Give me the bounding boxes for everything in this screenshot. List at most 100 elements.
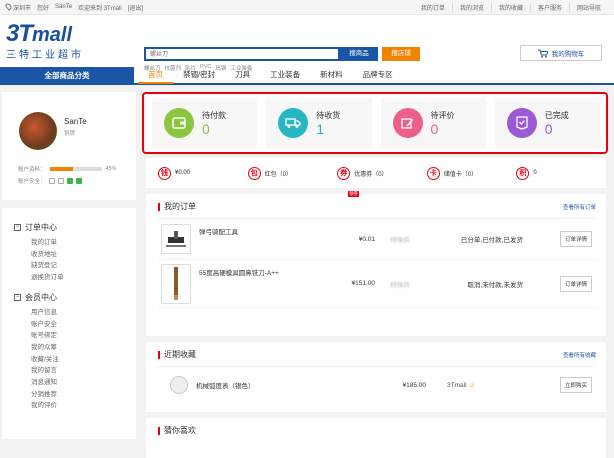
progress-percent: 45%: [105, 166, 117, 172]
recommend-title: 猜你喜欢: [164, 426, 196, 435]
product-price: ¥185.00: [402, 381, 427, 389]
main-content: 待付款 0 待收货 1 待评价 0 已完成 0 钱 ¥0.00 包红包（0） 券优惠券（0…: [142, 92, 608, 458]
shop-name: 特殊供: [390, 237, 410, 244]
search-area: 螺丝刀 搜商品 搜店铺 螺丝刀 抗菌剂 贴片 PVC 玛钢 工业装备: [144, 47, 420, 72]
order-status: 已分单,已付款,已发货: [460, 237, 523, 244]
username[interactable]: SanTe: [55, 4, 72, 10]
hot-keyword[interactable]: 玛钢: [215, 64, 226, 72]
logo-tagline: 三特工业超市: [6, 50, 84, 61]
top-link-history[interactable]: 我的浏览: [451, 2, 491, 12]
order-price: ¥151.00: [351, 280, 376, 287]
account-security: 账户安全：: [18, 177, 82, 185]
search-input[interactable]: 螺丝刀: [144, 47, 340, 61]
top-link-orders[interactable]: 我的订单: [414, 3, 452, 12]
favorites-title: 近期收藏: [164, 350, 196, 359]
welcome-text: 欢迎来到 3Tmall: [78, 5, 122, 12]
phone-icon[interactable]: [57, 178, 64, 184]
email-icon[interactable]: [48, 178, 55, 184]
cart-icon: [537, 49, 548, 58]
product-name[interactable]: 55度高硬模具圆鼻铣刀-A++: [199, 267, 319, 277]
top-bar: 深圳市 您好 SanTe 欢迎来到 3Tmall [退出] 我的订单 我的浏览 …: [0, 0, 614, 15]
product-thumbnail[interactable]: [170, 376, 188, 394]
account-info-progress: 账户资料： 45%: [18, 166, 117, 173]
shop-name: 3Tmall ☺: [447, 381, 475, 389]
red-packet-icon: 包: [247, 166, 261, 180]
menu-item-notifications[interactable]: 消息通知: [14, 377, 136, 389]
menu-item-reviews[interactable]: 我的评价: [14, 400, 136, 412]
wallet-red-packet[interactable]: 包红包（0）: [247, 166, 338, 180]
top-link-sitemap[interactable]: 网站导航: [568, 2, 608, 12]
logout-link[interactable]: [退出]: [128, 3, 143, 12]
greeting: 您好: [37, 5, 50, 12]
orders-title: 我的订单: [164, 202, 196, 211]
hot-keyword[interactable]: 工业装备: [230, 64, 252, 72]
view-all-favorites-link[interactable]: 查看所有收藏: [563, 351, 596, 359]
coupon-icon: 券: [337, 166, 351, 180]
order-price: ¥0.01: [358, 235, 375, 243]
menu-item-address[interactable]: 收货地址: [14, 249, 136, 261]
card-icon: 卡: [426, 166, 440, 180]
menu-item-messages[interactable]: 我的留言: [14, 365, 136, 377]
product-thumbnail[interactable]: [161, 263, 191, 304]
avatar[interactable]: [19, 112, 57, 150]
hot-keyword[interactable]: PVC: [200, 64, 211, 72]
top-link-favorites[interactable]: 我的收藏: [490, 2, 530, 12]
favorites-panel: 近期收藏 查看所有收藏 机械弧度表（银色） ¥185.00 3Tmall ☺ 立即…: [146, 342, 606, 412]
shop-icon: ☺: [468, 381, 475, 389]
profile-card: SanTe 铜牌 账户资料： 45% 账户安全：: [2, 92, 136, 200]
sidebar: SanTe 铜牌 账户资料： 45% 账户安全： − 订单中心 我的订单 收货地址…: [2, 92, 136, 439]
wallet-balance[interactable]: 钱 ¥0.00: [158, 166, 248, 180]
hot-keyword[interactable]: 贴片: [185, 64, 196, 72]
header: 3T mall 三特工业超市 螺丝刀 搜商品 搜店铺 螺丝刀 抗菌剂 贴片 PVC…: [0, 15, 614, 72]
coupon-badge[interactable]: 领券: [348, 191, 359, 197]
order-stats: 待付款 0 待收货 1 待评价 0 已完成 0: [142, 92, 608, 154]
table-row: 55度高硬模具圆鼻铣刀-A++ ¥151.00 特殊供 取消,未付款,未发货 订…: [158, 260, 596, 308]
menu-item-my-orders[interactable]: 我的订单: [14, 237, 136, 249]
view-all-orders-link[interactable]: 查看所有订单: [563, 203, 596, 211]
menu-item-crowdfunding[interactable]: 我的众筹: [14, 342, 136, 354]
site-logo[interactable]: 3T mall 三特工业超市: [6, 21, 126, 62]
wallet-bar: 钱 ¥0.00 包红包（0） 券优惠券（0） 卡储值卡（0） 积0: [146, 158, 606, 188]
mobile-icon[interactable]: [75, 178, 82, 184]
buy-now-button[interactable]: 立即购买: [559, 377, 592, 393]
order-detail-button[interactable]: 订单详情: [559, 231, 592, 247]
wallet-points[interactable]: 积0: [516, 166, 606, 180]
menu-section-orders[interactable]: − 订单中心: [14, 222, 136, 233]
menu-item-user-info[interactable]: 用户信息: [14, 307, 136, 319]
search-products-button[interactable]: 搜商品: [340, 47, 378, 61]
hot-keyword[interactable]: 螺丝刀: [144, 64, 161, 72]
wallet-coupon[interactable]: 券优惠券（0）: [337, 166, 427, 180]
table-row: 弹弓骑配工具 ¥0.01 特殊供 已分单,已付款,已发货 订单详情: [158, 219, 596, 260]
location-pin-icon: [4, 1, 13, 11]
menu-section-member[interactable]: − 会员中心: [14, 292, 136, 303]
highlight-box: [142, 92, 608, 154]
all-categories-button[interactable]: 全部商品分类: [0, 67, 134, 83]
profile-name: SanTe: [64, 117, 87, 126]
orders-panel: 我的订单 查看所有订单 弹弓骑配工具 ¥0.01 特殊供 已分单,已付款,已发货 …: [146, 194, 606, 336]
order-detail-button[interactable]: 订单详情: [559, 275, 592, 292]
menu-item-referral[interactable]: 分销推荐: [14, 389, 136, 401]
wallet-stored-card[interactable]: 卡储值卡（0）: [426, 166, 517, 180]
product-thumbnail[interactable]: [161, 224, 191, 254]
menu-item-stockout[interactable]: 缺货登记: [14, 260, 136, 272]
menu-item-returns[interactable]: 退换货订单: [14, 272, 136, 284]
hot-keywords: 螺丝刀 抗菌剂 贴片 PVC 玛钢 工业装备: [144, 64, 420, 72]
lock-icon[interactable]: [66, 178, 73, 184]
menu-item-security[interactable]: 账户安全: [14, 319, 136, 331]
member-level: 铜牌: [64, 131, 76, 137]
points-icon: 积: [516, 166, 530, 180]
recommend-panel: 猜你喜欢: [146, 418, 606, 458]
cart-button[interactable]: 我的购物车: [520, 45, 602, 61]
search-shops-button[interactable]: 搜店铺: [382, 47, 420, 61]
top-link-service[interactable]: 客户服务: [529, 2, 569, 12]
list-item: 机械弧度表（银色） ¥185.00 3Tmall ☺ 立即购买: [158, 367, 596, 403]
menu-item-binding[interactable]: 账号绑定: [14, 330, 136, 342]
sidebar-menu: − 订单中心 我的订单 收货地址 缺货登记 退换货订单 − 会员中心 用户信息 账户…: [2, 208, 136, 439]
hot-keyword[interactable]: 抗菌剂: [165, 64, 182, 72]
menu-item-favorites[interactable]: 收藏/关注: [14, 354, 136, 366]
location[interactable]: 深圳市: [4, 1, 31, 12]
product-name[interactable]: 弹弓骑配工具: [199, 226, 319, 236]
shop-name: 特殊供: [390, 281, 410, 289]
product-name[interactable]: 机械弧度表（银色）: [196, 380, 346, 390]
collapse-icon: −: [14, 293, 21, 301]
